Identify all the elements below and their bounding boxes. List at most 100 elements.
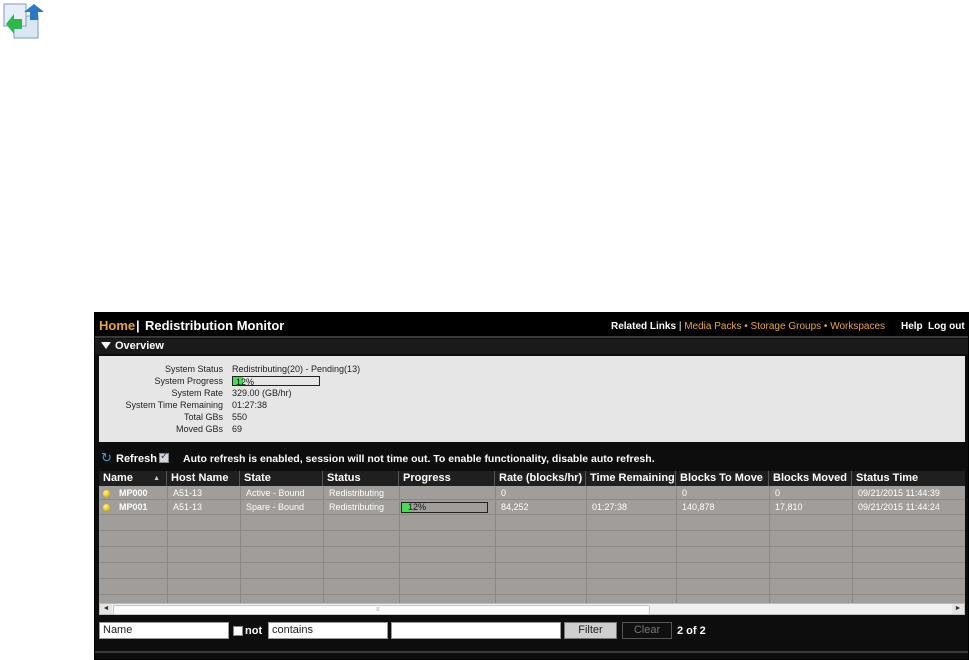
cell-status: Redistributing: [329, 502, 385, 512]
cell-time-remaining: [586, 487, 592, 500]
media-packs-table: Name ▲ Host Name State Status Progress R…: [99, 471, 965, 603]
clear-button[interactable]: Clear: [622, 622, 672, 639]
overview-value: 69: [232, 424, 243, 434]
related-links-separator: |: [678, 321, 682, 332]
row-divider: [99, 578, 965, 579]
filter-value-input[interactable]: [391, 622, 561, 639]
overview-row-system-status: System Status Redistributing(20) - Pendi…: [99, 363, 965, 375]
table-row[interactable]: MP001 A51-13 Spare - Bound Redistributin…: [99, 501, 965, 514]
cell-blocks-to-move: 0: [682, 488, 688, 498]
link-dot: •: [823, 321, 828, 332]
help-link[interactable]: Help: [901, 321, 923, 332]
cell-status: Redistributing: [329, 488, 385, 498]
header-bar: Home | Redistribution Monitor Related Li…: [95, 313, 968, 338]
horizontal-scrollbar[interactable]: ◄ ≡ ►: [99, 603, 965, 615]
overview-key: System Status: [164, 364, 223, 374]
overview-key: System Rate: [171, 388, 223, 398]
filter-button[interactable]: Filter: [564, 622, 617, 639]
cell-host: A51-13: [173, 502, 203, 512]
column-header-blocks-moved[interactable]: Blocks Moved: [769, 471, 852, 486]
sort-ascending-icon[interactable]: ▲: [153, 471, 160, 486]
overview-key: System Time Remaining: [125, 400, 223, 410]
table-row[interactable]: MP000 A51-13 Active - Bound Redistributi…: [99, 487, 965, 500]
cell-status-time: 09/21/2015 11:44:24: [858, 502, 940, 512]
not-label: not: [245, 625, 263, 637]
header-separator: |: [136, 318, 140, 333]
link-dot: •: [744, 321, 748, 332]
collapse-triangle-icon[interactable]: [101, 342, 111, 349]
status-dot-icon: [103, 490, 110, 497]
column-header-status-time[interactable]: Status Time: [852, 471, 965, 486]
row-divider: [99, 562, 965, 563]
filter-bar: Name not contains Filter Clear 2 of 2: [95, 619, 968, 641]
header-divider: [95, 336, 968, 338]
scroll-left-icon[interactable]: ◄: [100, 604, 112, 614]
filter-field-select[interactable]: Name: [99, 622, 229, 639]
media-packs-link[interactable]: Media Packs: [684, 321, 741, 332]
overview-row-total-gbs: Total GBs 550: [99, 411, 965, 423]
related-links: Related Links | Media Packs • Storage Gr…: [611, 321, 885, 332]
status-dot-icon: [103, 504, 110, 511]
auto-refresh-message: Auto refresh is enabled, session will no…: [183, 453, 655, 465]
overview-title: Overview: [115, 340, 164, 352]
row-progress-bar: 12%: [401, 502, 488, 513]
storage-groups-link[interactable]: Storage Groups: [751, 321, 822, 332]
result-count: 2 of 2: [677, 625, 706, 637]
column-header-label: Name: [103, 472, 133, 484]
column-header-host-name[interactable]: Host Name: [167, 471, 240, 486]
grip-icon: ≡: [376, 607, 380, 613]
cell-state: Active - Bound: [246, 488, 305, 498]
cell-rate: 84,252: [501, 502, 529, 512]
overview-section-header[interactable]: Overview: [95, 339, 968, 354]
overview-key: System Progress: [154, 376, 223, 386]
row-divider: [99, 594, 965, 595]
overview-value: 01:27:38: [232, 400, 268, 410]
cell-name: MP000: [119, 488, 148, 498]
scrollbar-thumb[interactable]: ≡: [113, 605, 650, 615]
column-header-state[interactable]: State: [240, 471, 323, 486]
row-divider: [99, 514, 965, 515]
related-links-label: Related Links: [611, 321, 677, 332]
overview-row-system-rate: System Rate 329.00 (GB/hr): [99, 387, 965, 399]
page-title: Redistribution Monitor: [145, 318, 285, 333]
overview-row-moved-gbs: Moved GBs 69: [99, 423, 965, 435]
refresh-button[interactable]: Refresh: [116, 453, 157, 465]
cell-blocks-moved: 0: [775, 488, 781, 498]
table-header: Name ▲ Host Name State Status Progress R…: [99, 471, 965, 486]
overview-value: 550: [232, 412, 248, 422]
overview-value: Redistributing(20) - Pending(13): [232, 364, 361, 374]
overview-panel: System Status Redistributing(20) - Pendi…: [99, 356, 965, 442]
column-header-status[interactable]: Status: [323, 471, 399, 486]
logout-link[interactable]: Log out: [928, 321, 965, 332]
not-checkbox[interactable]: [233, 626, 243, 636]
cell-blocks-to-move: 140,878: [682, 502, 715, 512]
cell-time-remaining: 01:27:38: [592, 502, 628, 512]
filter-operator-select[interactable]: contains: [268, 622, 388, 639]
column-header-progress[interactable]: Progress: [399, 471, 495, 486]
overview-key: Moved GBs: [175, 424, 223, 434]
row-divider: [99, 530, 965, 531]
cell-blocks-moved: 17,810: [775, 502, 803, 512]
system-progress-bar: 12%: [232, 376, 320, 387]
overview-row-system-progress: System Progress 12%: [99, 375, 965, 387]
home-link[interactable]: Home: [99, 318, 135, 333]
overview-value: 329.00 (GB/hr): [232, 388, 292, 398]
scroll-right-icon[interactable]: ►: [952, 604, 964, 614]
column-header-name[interactable]: Name ▲: [99, 471, 167, 486]
redistribution-app-icon: [3, 3, 44, 39]
progress-text: 12%: [408, 502, 427, 512]
redistribution-monitor-window: Home | Redistribution Monitor Related Li…: [94, 312, 969, 660]
column-header-time-remaining[interactable]: Time Remaining: [586, 471, 676, 486]
cell-status-time: 09/21/2015 11:44:39: [858, 488, 940, 498]
overview-key: Total GBs: [183, 412, 223, 422]
workspaces-link[interactable]: Workspaces: [830, 321, 885, 332]
footer-divider: [95, 651, 968, 653]
column-header-rate[interactable]: Rate (blocks/hr): [495, 471, 586, 486]
cell-host: A51-13: [173, 488, 203, 498]
column-header-blocks-to-move[interactable]: Blocks To Move: [676, 471, 769, 486]
refresh-icon[interactable]: ↻: [101, 451, 112, 464]
cell-rate: 0: [501, 488, 507, 498]
cell-name: MP001: [119, 502, 148, 512]
auto-refresh-checkbox[interactable]: [159, 451, 169, 463]
row-divider: [99, 546, 965, 547]
